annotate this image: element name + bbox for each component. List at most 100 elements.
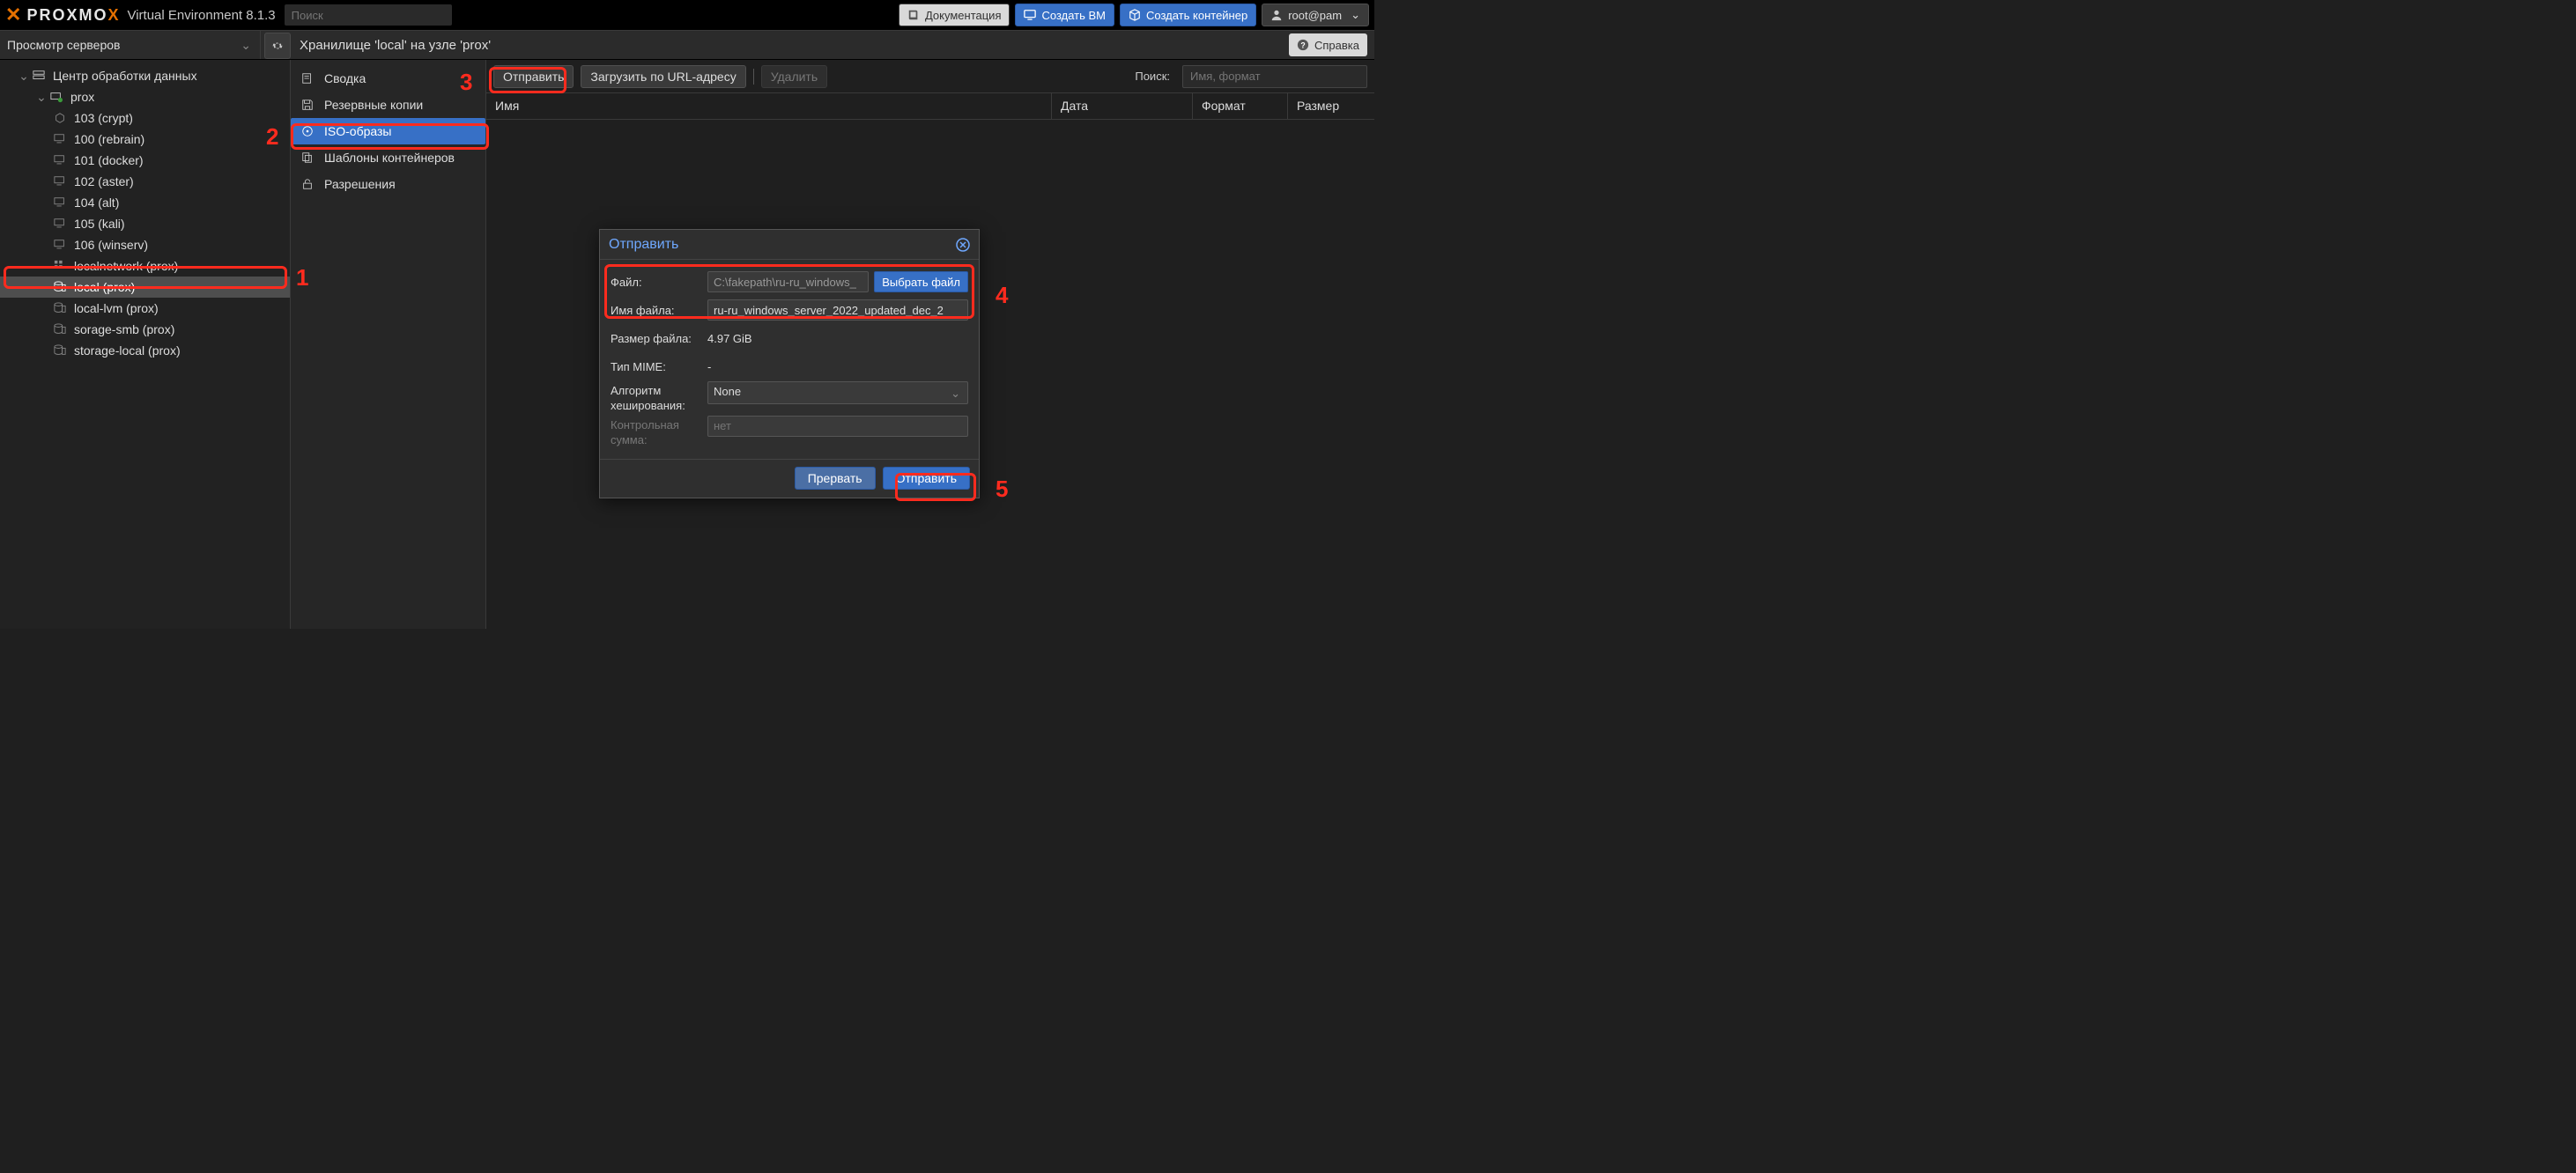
subnav-iso[interactable]: ISO-образы [291,118,485,144]
chevron-down-icon: ⌄ [241,38,251,53]
server-view-selector[interactable]: Просмотр серверов ⌄ [0,31,261,59]
breadcrumb: Хранилище 'local' на узле 'prox' [294,31,1289,59]
grid-header: Имя Дата Формат Размер [486,93,1374,120]
filename-label: Имя файла: [611,304,707,317]
expander-icon: ⌄ [35,90,48,105]
col-format[interactable]: Формат [1193,93,1288,119]
tree-node-prox[interactable]: ⌄ prox [0,86,290,107]
create-vm-button[interactable]: Создать ВМ [1015,4,1114,26]
tree-label: 106 (winserv) [74,238,148,252]
create-ct-label: Создать контейнер [1146,9,1247,22]
global-search-input[interactable] [285,4,452,26]
subnav-label: ISO-образы [324,124,391,138]
hash-label: Алгоритм хеширования: [611,381,707,414]
tree-label: local (prox) [74,280,135,294]
monitor-icon [53,238,67,252]
subnav-label: Разрешения [324,177,396,191]
content-search-input[interactable] [1182,65,1367,88]
user-label: root@pam [1288,9,1342,22]
tree-vm-106[interactable]: 106 (winserv) [0,234,290,255]
grid-icon [53,259,67,273]
subnav-label: Шаблоны контейнеров [324,151,455,165]
subnav: Сводка Резервные копии ISO-образы Шаблон… [291,60,486,629]
monitor-icon [53,153,67,167]
tree-label: 103 (crypt) [74,111,133,125]
tree-label: 101 (docker) [74,153,144,167]
file-path-input [707,271,869,292]
monitor-icon [53,132,67,146]
col-name[interactable]: Имя [486,93,1052,119]
tree-datacenter[interactable]: ⌄ Центр обработки данных [0,65,290,86]
monitor-icon [1024,9,1036,21]
gear-button[interactable] [264,33,291,59]
docs-button[interactable]: Документация [899,4,1010,26]
mime-value: - [707,360,968,373]
tree-storage-storage-local[interactable]: storage-local (prox) [0,340,290,361]
tree-label: localnetwork (prox) [74,259,178,273]
tree-vm-102[interactable]: 102 (aster) [0,171,290,192]
search-label: Поиск: [1135,70,1170,83]
product-suffix: Virtual Environment 8.1.3 [127,8,275,23]
tree-label: sorage-smb (prox) [74,322,174,336]
download-url-button[interactable]: Загрузить по URL-адресу [581,65,745,88]
gear-icon [271,40,284,52]
tree-label: prox [70,90,94,104]
subnav-backups[interactable]: Резервные копии [291,92,485,118]
tree-storage-smb[interactable]: sorage-smb (prox) [0,319,290,340]
help-button[interactable]: ? Справка [1289,33,1367,56]
filename-input[interactable] [707,299,968,321]
secondbar: Просмотр серверов ⌄ Хранилище 'local' на… [0,30,1374,60]
checksum-label: Контрольная сумма: [611,416,707,448]
content-toolbar: Отправить Загрузить по URL-адресу Удалит… [486,60,1374,93]
create-ct-button[interactable]: Создать контейнер [1120,4,1256,26]
save-icon [301,99,315,111]
submit-button[interactable]: Отправить [883,467,970,490]
subnav-summary[interactable]: Сводка [291,65,485,92]
tree-vm-104[interactable]: 104 (alt) [0,192,290,213]
tree-vm-105[interactable]: 105 (kali) [0,213,290,234]
tree-ct-103[interactable]: 103 (crypt) [0,107,290,129]
tree-storage-local[interactable]: local (prox) [0,277,290,298]
server-icon [32,69,46,83]
help-label: Справка [1314,39,1359,52]
modal-body: Файл: Выбрать файл Имя файла: Размер фай… [600,260,979,459]
col-date[interactable]: Дата [1052,93,1193,119]
tree-vm-100[interactable]: 100 (rebrain) [0,129,290,150]
storage-icon [53,280,67,294]
tree-label: 100 (rebrain) [74,132,144,146]
disc-icon [301,125,315,137]
storage-icon [53,301,67,315]
col-size[interactable]: Размер [1288,93,1374,119]
topbar: ✕ PROXMOX Virtual Environment 8.1.3 Доку… [0,0,1374,30]
abort-button[interactable]: Прервать [795,467,876,490]
subnav-templates[interactable]: Шаблоны контейнеров [291,144,485,171]
filesize-label: Размер файла: [611,332,707,345]
tree-label: storage-local (prox) [74,343,181,358]
mime-label: Тип MIME: [611,360,707,373]
subnav-permissions[interactable]: Разрешения [291,171,485,197]
logo: ✕ PROXMOX [5,4,120,26]
user-icon [1270,9,1283,21]
monitor-icon [53,196,67,210]
modal-footer: Прервать Отправить [600,459,979,498]
resource-tree: ⌄ Центр обработки данных ⌄ prox 103 (cry… [0,60,291,629]
choose-file-button[interactable]: Выбрать файл [874,271,968,292]
upload-button[interactable]: Отправить [493,65,574,88]
tree-label: local-lvm (prox) [74,301,159,315]
monitor-icon [53,217,67,231]
upload-modal: Отправить Файл: Выбрать файл Имя файла: … [599,229,980,498]
hash-select[interactable]: None ⌄ [707,381,968,404]
tree-vm-101[interactable]: 101 (docker) [0,150,290,171]
tree-storage-local-lvm[interactable]: local-lvm (prox) [0,298,290,319]
node-icon [49,90,63,104]
tree-label: 104 (alt) [74,196,119,210]
user-menu-button[interactable]: root@pam ⌄ [1262,4,1369,26]
checksum-input [707,416,968,437]
delete-button: Удалить [761,65,827,88]
logo-text: PROXMOX [26,6,120,25]
help-icon: ? [1297,39,1309,51]
unlock-icon [301,178,315,190]
tree-network[interactable]: localnetwork (prox) [0,255,290,277]
close-icon[interactable] [956,238,970,252]
hash-value: None [714,385,741,398]
